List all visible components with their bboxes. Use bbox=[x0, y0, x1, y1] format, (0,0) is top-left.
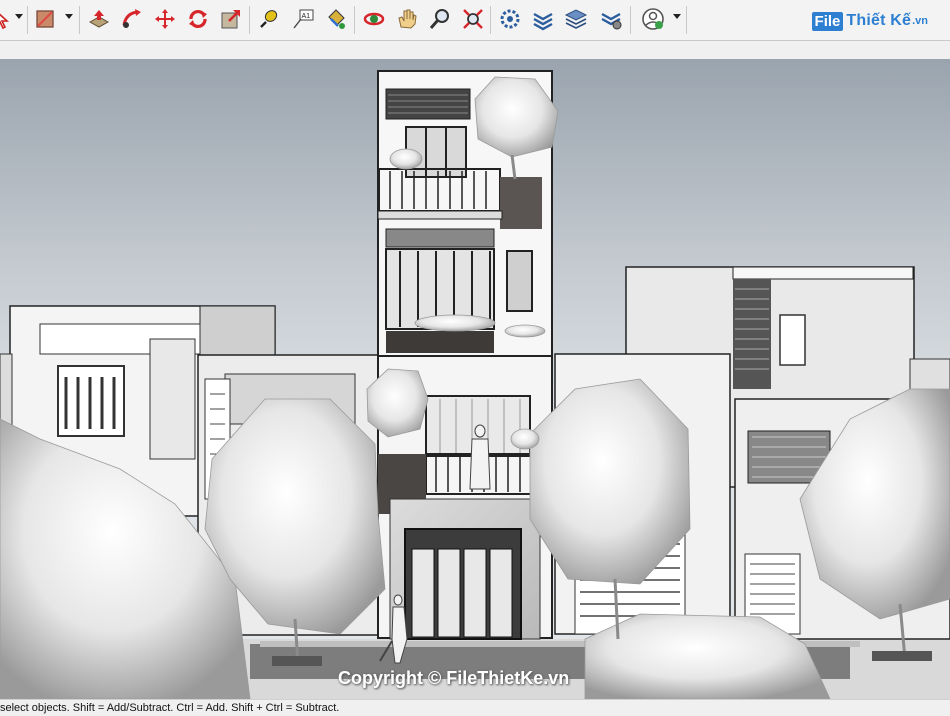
styles-icon[interactable] bbox=[598, 6, 624, 32]
eraser-dropdown-caret[interactable] bbox=[65, 14, 73, 19]
logo-box-text: File bbox=[811, 11, 844, 31]
toolbar-separator bbox=[490, 6, 491, 34]
toolbar-separator bbox=[79, 6, 80, 34]
toolbar-separator bbox=[686, 6, 687, 34]
zoom-icon[interactable] bbox=[427, 6, 453, 32]
logo-suffix: .vn bbox=[912, 15, 928, 27]
follow-me-icon[interactable] bbox=[119, 6, 145, 32]
move-icon[interactable] bbox=[152, 6, 178, 32]
eraser-icon[interactable] bbox=[32, 6, 58, 32]
select-dropdown-caret[interactable] bbox=[15, 14, 23, 19]
toolbar-separator bbox=[249, 6, 250, 34]
orbit-icon[interactable] bbox=[361, 6, 387, 32]
tape-measure-icon[interactable] bbox=[256, 6, 282, 32]
component-options-icon[interactable] bbox=[497, 6, 523, 32]
text-label-icon[interactable]: A1 bbox=[290, 6, 316, 32]
rotate-icon[interactable] bbox=[185, 6, 211, 32]
toolbar-separator bbox=[354, 6, 355, 34]
logo-text: Thiết Kế bbox=[846, 12, 912, 29]
scale-icon[interactable] bbox=[218, 6, 244, 32]
text-tool-label: A1 bbox=[302, 13, 311, 20]
status-bar: select objects. Shift = Add/Subtract. Ct… bbox=[0, 699, 950, 716]
filethietke-logo: File Thiết Kế .vn bbox=[811, 9, 928, 33]
pan-icon[interactable] bbox=[394, 6, 420, 32]
account-icon[interactable] bbox=[640, 6, 666, 32]
model-scene bbox=[0, 70, 950, 699]
account-dropdown-caret[interactable] bbox=[673, 14, 681, 19]
modeling-viewport[interactable]: Copyright © FileThietKe.vn bbox=[0, 59, 950, 699]
copyright-watermark: Copyright © FileThietKe.vn bbox=[338, 668, 570, 688]
layers-icon[interactable] bbox=[563, 6, 589, 32]
zoom-extents-icon[interactable] bbox=[460, 6, 486, 32]
section-plane-icon[interactable] bbox=[530, 6, 556, 32]
paint-bucket-icon[interactable] bbox=[323, 6, 349, 32]
select-arrow-icon[interactable] bbox=[0, 6, 16, 32]
push-pull-icon[interactable] bbox=[86, 6, 112, 32]
main-toolbar: A1 File Thiết Kế .vn bbox=[0, 0, 950, 41]
toolbar-separator bbox=[630, 6, 631, 34]
toolbar-separator bbox=[27, 6, 28, 34]
status-text: select objects. Shift = Add/Subtract. Ct… bbox=[0, 702, 340, 714]
